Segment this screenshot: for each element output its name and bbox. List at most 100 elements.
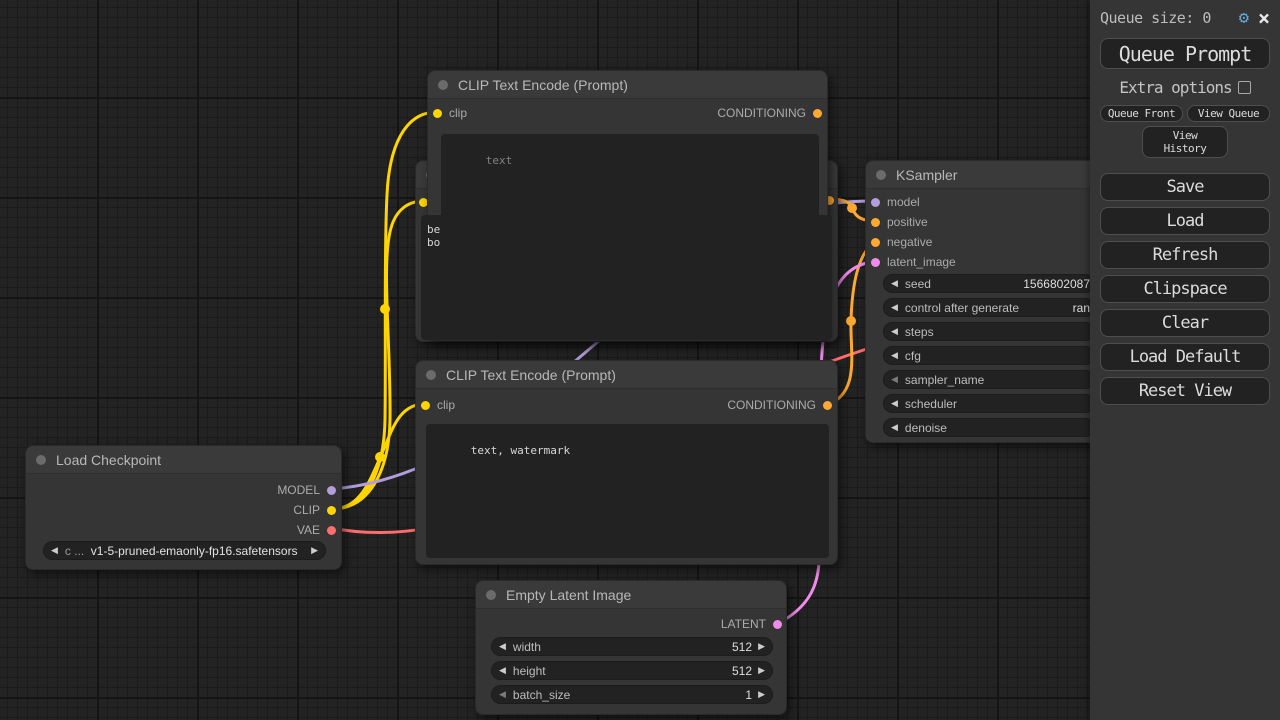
output-label: VAE — [297, 523, 320, 537]
collapse-dot-icon[interactable] — [36, 455, 46, 465]
prompt-textarea-hidden[interactable]: be bo — [421, 215, 832, 340]
output-port-conditioning[interactable] — [823, 401, 832, 410]
right-arrow-icon[interactable]: ▶ — [304, 541, 325, 560]
input-label: model — [887, 195, 920, 209]
output-port-latent[interactable] — [773, 620, 782, 629]
input-port-latent-image[interactable] — [871, 258, 880, 267]
input-label: latent_image — [887, 255, 956, 269]
widget-width[interactable]: ◀ width 512 ▶ — [491, 637, 773, 656]
node-title: Empty Latent Image — [506, 587, 631, 603]
textarea-line: be — [427, 223, 440, 236]
node-load-checkpoint[interactable]: Load Checkpoint MODEL CLIP VAE ◀ c ... v… — [25, 445, 342, 570]
extra-options-checkbox[interactable] — [1238, 81, 1251, 94]
left-arrow-icon[interactable]: ◀ — [44, 541, 65, 560]
right-arrow-icon[interactable]: ▶ — [751, 637, 772, 656]
node-empty-latent-image[interactable]: Empty Latent Image LATENT ◀ width 512 ▶ … — [475, 580, 787, 715]
wire-midpoint-dot[interactable] — [375, 452, 385, 462]
view-history-button[interactable]: View History — [1142, 126, 1228, 158]
widget-label: steps — [905, 325, 934, 339]
node-header[interactable]: CLIP Text Encode (Prompt) — [416, 361, 837, 389]
output-label: CONDITIONING — [717, 106, 806, 120]
reset-view-button[interactable]: Reset View — [1100, 377, 1270, 405]
left-arrow-icon[interactable]: ◀ — [884, 298, 905, 317]
node-header[interactable]: Load Checkpoint — [26, 446, 341, 474]
extra-options-label: Extra options — [1119, 78, 1231, 97]
node-header[interactable]: KSampler — [866, 161, 1104, 189]
input-label: clip — [449, 106, 467, 120]
wire-midpoint-dot[interactable] — [846, 316, 856, 326]
node-graph-canvas[interactable]: be bo CLIP Text Encode (Prompt) clip CON… — [0, 0, 1280, 720]
input-label: clip — [437, 398, 455, 412]
output-port-conditioning[interactable] — [813, 109, 822, 118]
widget-value: ran — [1073, 301, 1090, 315]
widget-steps[interactable]: ◀ steps — [883, 322, 1095, 341]
textarea-placeholder: text — [486, 154, 513, 167]
load-button[interactable]: Load — [1100, 207, 1270, 235]
widget-scheduler[interactable]: ◀ scheduler — [883, 394, 1095, 413]
left-arrow-icon[interactable]: ◀ — [884, 370, 905, 389]
input-label: positive — [887, 215, 928, 229]
output-label: LATENT — [721, 617, 766, 631]
widget-label: sampler_name — [905, 373, 984, 387]
comfy-menu-panel: Queue size: 0 ⚙ × Queue Prompt Extra opt… — [1090, 0, 1280, 720]
widget-label: denoise — [905, 421, 947, 435]
input-port-negative[interactable] — [871, 238, 880, 247]
input-port-model[interactable] — [871, 198, 880, 207]
left-arrow-icon[interactable]: ◀ — [884, 418, 905, 437]
widget-batch-size[interactable]: ◀ batch_size 1 ▶ — [491, 685, 773, 704]
right-arrow-icon[interactable]: ▶ — [751, 661, 772, 680]
refresh-button[interactable]: Refresh — [1100, 241, 1270, 269]
collapse-dot-icon[interactable] — [426, 370, 436, 380]
wire-midpoint-dot[interactable] — [380, 304, 390, 314]
collapse-dot-icon[interactable] — [876, 170, 886, 180]
prompt-textarea[interactable]: text, watermark — [426, 424, 829, 558]
left-arrow-icon[interactable]: ◀ — [884, 274, 905, 293]
widget-cfg[interactable]: ◀ cfg — [883, 346, 1095, 365]
wire-midpoint-dot[interactable] — [847, 203, 857, 213]
output-port-vae[interactable] — [327, 526, 336, 535]
input-port-clip[interactable] — [433, 109, 442, 118]
left-arrow-icon[interactable]: ◀ — [884, 346, 905, 365]
left-arrow-icon[interactable]: ◀ — [492, 685, 513, 704]
queue-prompt-button[interactable]: Queue Prompt — [1100, 38, 1270, 69]
close-icon[interactable]: × — [1258, 10, 1270, 26]
widget-denoise[interactable]: ◀ denoise — [883, 418, 1095, 437]
input-port-clip[interactable] — [421, 401, 430, 410]
widget-label: seed — [905, 277, 931, 291]
widget-sampler-name[interactable]: ◀ sampler_name — [883, 370, 1095, 389]
queue-size-label: Queue size: 0 — [1100, 9, 1211, 27]
left-arrow-icon[interactable]: ◀ — [492, 661, 513, 680]
output-label: CLIP — [293, 503, 320, 517]
left-arrow-icon[interactable]: ◀ — [492, 637, 513, 656]
node-title: CLIP Text Encode (Prompt) — [446, 367, 616, 383]
widget-ckpt-name[interactable]: ◀ c ... v1-5-pruned-emaonly-fp16.safeten… — [43, 541, 326, 560]
load-default-button[interactable]: Load Default — [1100, 343, 1270, 371]
widget-value: v1-5-pruned-emaonly-fp16.safetensors — [91, 544, 298, 558]
node-clip-text-encode-negative[interactable]: CLIP Text Encode (Prompt) clip CONDITION… — [415, 360, 838, 565]
left-arrow-icon[interactable]: ◀ — [884, 322, 905, 341]
widget-label: cfg — [905, 349, 921, 363]
clear-button[interactable]: Clear — [1100, 309, 1270, 337]
input-label: negative — [887, 235, 932, 249]
input-port-positive[interactable] — [871, 218, 880, 227]
widget-control-after-generate[interactable]: ◀ control after generate ran — [883, 298, 1095, 317]
widget-height[interactable]: ◀ height 512 ▶ — [491, 661, 773, 680]
node-header[interactable]: Empty Latent Image — [476, 581, 786, 609]
right-arrow-icon[interactable]: ▶ — [751, 685, 772, 704]
gear-icon[interactable]: ⚙ — [1239, 8, 1249, 28]
widget-value: 512 — [732, 664, 752, 678]
collapse-dot-icon[interactable] — [438, 80, 448, 90]
node-header[interactable]: CLIP Text Encode (Prompt) — [428, 71, 827, 99]
output-port-clip[interactable] — [327, 506, 336, 515]
widget-seed[interactable]: ◀ seed 1566802087 — [883, 274, 1095, 293]
view-queue-button[interactable]: View Queue — [1187, 105, 1270, 122]
widget-label: batch_size — [513, 688, 570, 702]
save-button[interactable]: Save — [1100, 173, 1270, 201]
node-title: KSampler — [896, 167, 957, 183]
output-port-model[interactable] — [327, 486, 336, 495]
node-ksampler[interactable]: KSampler model positive negative latent_… — [865, 160, 1105, 443]
left-arrow-icon[interactable]: ◀ — [884, 394, 905, 413]
clipspace-button[interactable]: Clipspace — [1100, 275, 1270, 303]
queue-front-button[interactable]: Queue Front — [1100, 105, 1183, 122]
collapse-dot-icon[interactable] — [486, 590, 496, 600]
